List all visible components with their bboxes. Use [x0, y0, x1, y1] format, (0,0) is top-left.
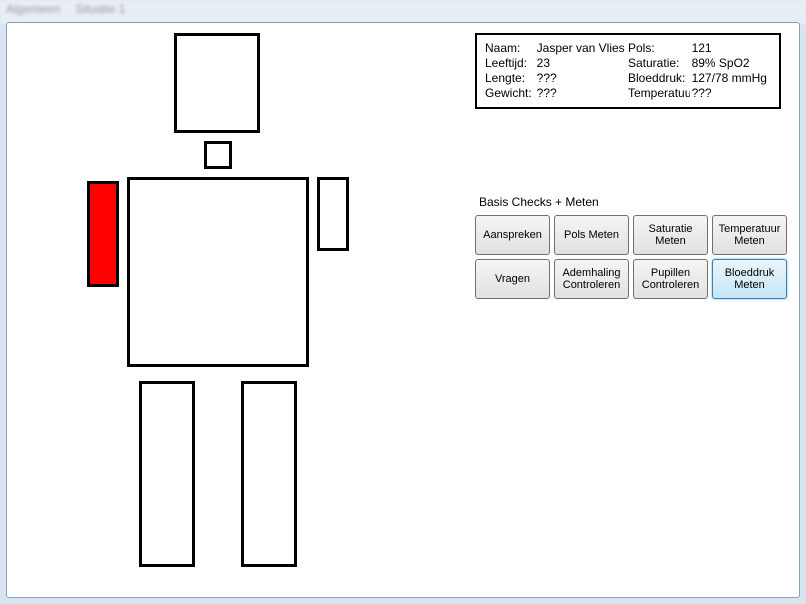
menu-item-1[interactable]: Algemeen — [6, 2, 60, 16]
label-weight: Gewicht: — [485, 86, 537, 101]
value-age: 23 — [537, 56, 628, 71]
value-bp: 127/78 mmHg — [692, 71, 771, 86]
label-age: Leeftijd: — [485, 56, 537, 71]
value-weight: ??? — [537, 86, 628, 101]
label-height: Lengte: — [485, 71, 537, 86]
label-temp: Temperatuur: — [628, 86, 690, 101]
btn-aanspreken[interactable]: Aanspreken — [475, 215, 550, 255]
btn-pols-meten[interactable]: Pols Meten — [554, 215, 629, 255]
value-saturation: 89% SpO2 — [692, 56, 771, 71]
body-left-leg[interactable] — [241, 381, 297, 567]
info-values-right: 121 89% SpO2 127/78 mmHg ??? — [692, 41, 771, 101]
patient-info-panel: Naam: Leeftijd: Lengte: Gewicht: Jasper … — [475, 33, 781, 109]
info-labels-left: Naam: Leeftijd: Lengte: Gewicht: — [485, 41, 537, 101]
actions-group: Basis Checks + Meten Aanspreken Pols Met… — [475, 195, 787, 299]
menubar: Algemeen Situatie 1 — [0, 0, 806, 24]
body-right-leg[interactable] — [139, 381, 195, 567]
info-values-left: Jasper van Vlies 23 ??? ??? — [537, 41, 628, 101]
body-figure — [67, 33, 367, 573]
label-bp: Bloeddruk: — [628, 71, 692, 86]
body-torso[interactable] — [127, 177, 309, 367]
actions-grid: Aanspreken Pols Meten Saturatie Meten Te… — [475, 215, 787, 299]
btn-vragen[interactable]: Vragen — [475, 259, 550, 299]
label-name: Naam: — [485, 41, 537, 56]
body-head[interactable] — [174, 33, 260, 133]
body-left-upper-arm[interactable] — [317, 177, 349, 251]
value-height: ??? — [537, 71, 628, 86]
menu-item-2[interactable]: Situatie 1 — [75, 2, 125, 16]
value-name: Jasper van Vlies — [537, 41, 628, 56]
label-saturation: Saturatie: — [628, 56, 692, 71]
value-temp: ??? — [692, 86, 771, 101]
btn-pupillen-controleren[interactable]: Pupillen Controleren — [633, 259, 708, 299]
btn-saturatie-meten[interactable]: Saturatie Meten — [633, 215, 708, 255]
body-neck[interactable] — [204, 141, 232, 169]
btn-ademhaling-controleren[interactable]: Ademhaling Controleren — [554, 259, 629, 299]
actions-group-title: Basis Checks + Meten — [479, 195, 787, 209]
label-pulse: Pols: — [628, 41, 692, 56]
body-right-upper-arm[interactable] — [87, 181, 119, 287]
value-pulse: 121 — [692, 41, 771, 56]
btn-temperatuur-meten[interactable]: Temperatuur Meten — [712, 215, 787, 255]
info-labels-right: Pols: Saturatie: Bloeddruk: Temperatuur: — [628, 41, 692, 101]
main-panel: Naam: Leeftijd: Lengte: Gewicht: Jasper … — [6, 22, 800, 598]
btn-bloeddruk-meten[interactable]: Bloeddruk Meten — [712, 259, 787, 299]
